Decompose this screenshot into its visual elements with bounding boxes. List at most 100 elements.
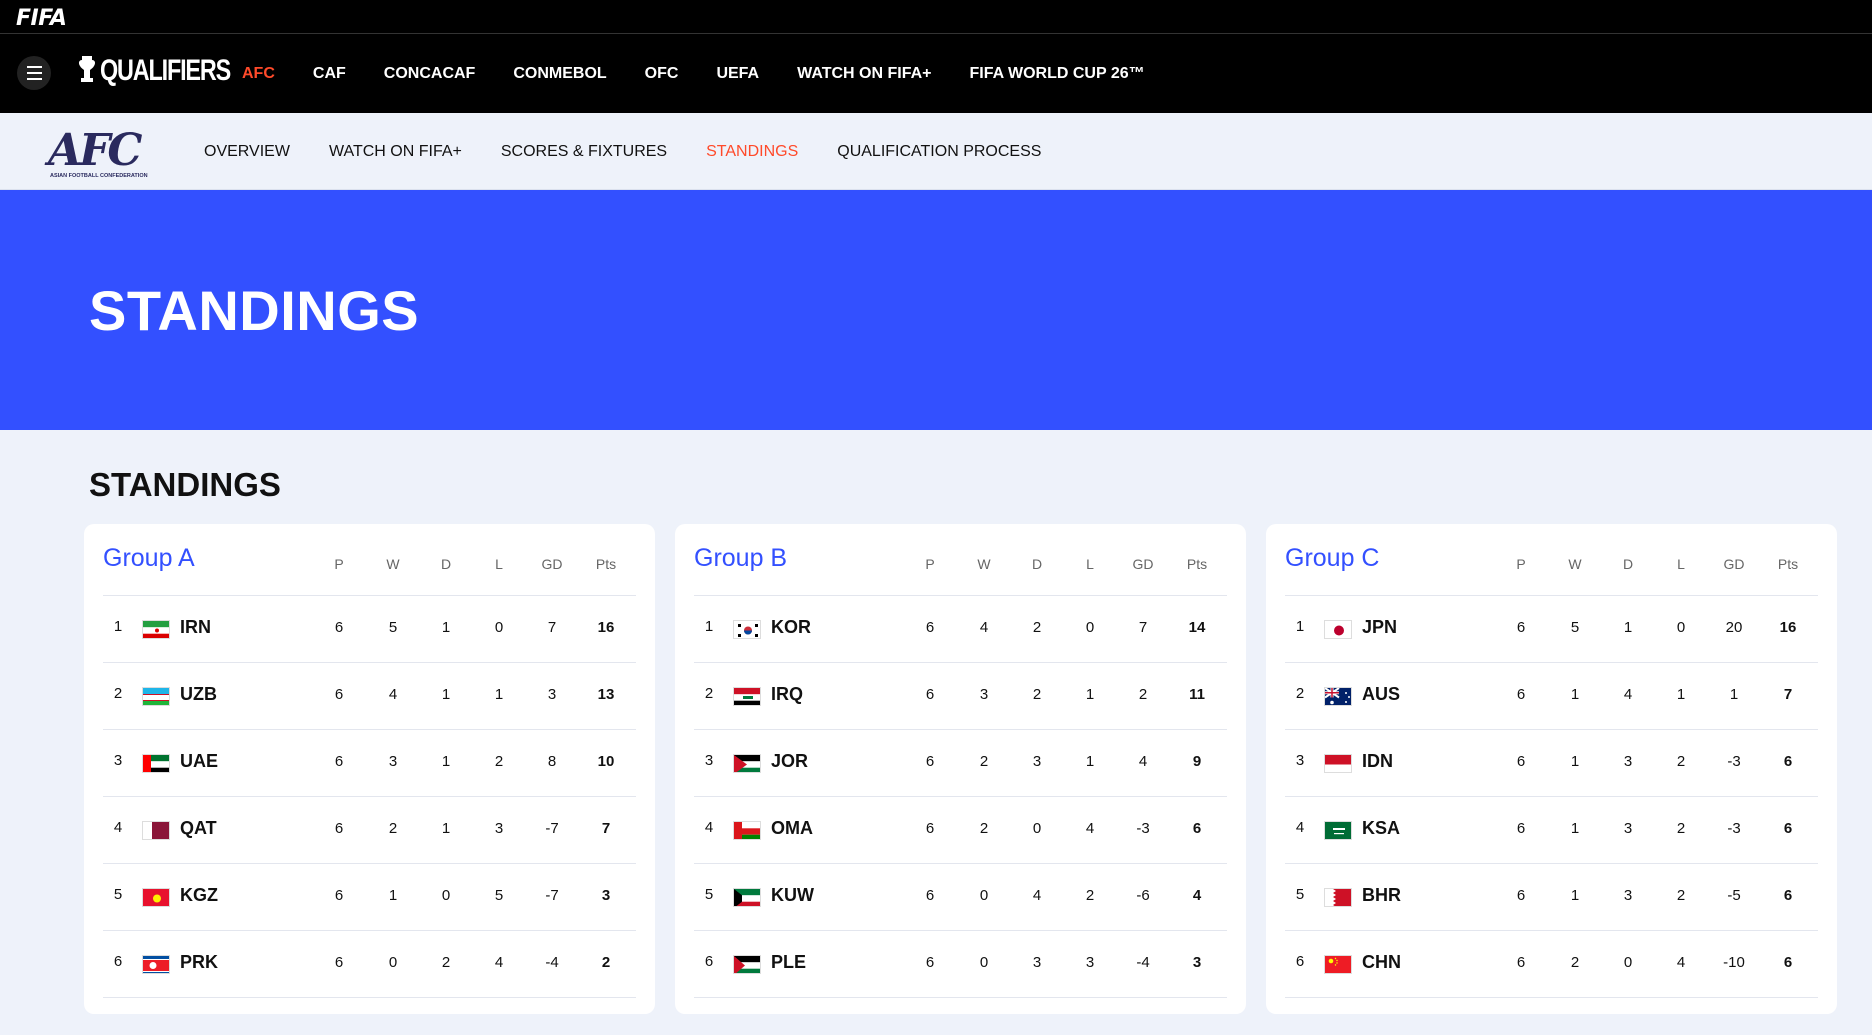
table-row[interactable]: 4 KSA 6 1 3 2 -3 6 bbox=[1285, 797, 1818, 864]
cell-d: 3 bbox=[1623, 887, 1633, 904]
team-name[interactable]: UAE bbox=[180, 751, 218, 772]
table-row[interactable]: 6 PRK 6 0 2 4 -4 2 bbox=[103, 931, 636, 998]
table-row[interactable]: 2 UZB 6 4 1 1 3 13 bbox=[103, 663, 636, 730]
column-header-l: L bbox=[1677, 556, 1685, 572]
subnav-item-standings[interactable]: STANDINGS bbox=[706, 143, 798, 161]
cell-pts: 6 bbox=[1783, 820, 1793, 837]
subnav-item-watch-on-fifa[interactable]: WATCH ON FIFA+ bbox=[329, 143, 462, 161]
main-navigation: QUALIFIERS AFC CAF CONCACAF CONMEBOL OFC UEFA… bbox=[0, 34, 1872, 113]
group-title[interactable]: Group A bbox=[103, 544, 195, 573]
group-title[interactable]: Group C bbox=[1285, 544, 1379, 573]
team-name[interactable]: BHR bbox=[1362, 885, 1401, 906]
nav-item-afc[interactable]: AFC bbox=[242, 65, 275, 83]
standings-section: STANDINGS Group A P W D L GD Pts 1 IRN 6 5 1 0 7 16 2 UZ… bbox=[0, 430, 1872, 1035]
afc-logo-text: AFC bbox=[48, 125, 142, 176]
column-header-d: D bbox=[1622, 556, 1634, 572]
nav-item-caf[interactable]: CAF bbox=[313, 65, 346, 83]
cell-pts: 3 bbox=[1192, 954, 1202, 971]
fifa-logo[interactable]: FIFA bbox=[16, 6, 67, 31]
cell-d: 2 bbox=[1032, 619, 1042, 636]
cell-gd: -10 bbox=[1723, 954, 1745, 971]
table-row[interactable]: 6 CHN 6 2 0 4 -10 6 bbox=[1285, 931, 1818, 998]
cell-l: 0 bbox=[494, 619, 504, 636]
nav-item-watch-on-fifa[interactable]: WATCH ON FIFA+ bbox=[797, 65, 931, 83]
table-row[interactable]: 4 OMA 6 2 0 4 -3 6 bbox=[694, 797, 1227, 864]
column-header-p: P bbox=[334, 556, 344, 572]
table-row[interactable]: 5 BHR 6 1 3 2 -5 6 bbox=[1285, 864, 1818, 931]
table-row[interactable]: 2 AUS 6 1 4 1 1 7 bbox=[1285, 663, 1818, 730]
team-name[interactable]: AUS bbox=[1362, 684, 1400, 705]
nav-item-concacaf[interactable]: CONCACAF bbox=[384, 65, 476, 83]
table-row[interactable]: 2 IRQ 6 3 2 1 2 11 bbox=[694, 663, 1227, 730]
group-table-header: Group B P W D L GD Pts bbox=[694, 538, 1227, 596]
team-name[interactable]: IRQ bbox=[771, 684, 803, 705]
cell-d: 2 bbox=[441, 954, 451, 971]
team-name[interactable]: JPN bbox=[1362, 617, 1397, 638]
cell-w: 3 bbox=[388, 753, 398, 770]
cell-p: 6 bbox=[1516, 820, 1526, 837]
rank: 2 bbox=[1295, 685, 1305, 702]
cell-pts: 14 bbox=[1188, 619, 1206, 636]
cell-pts: 6 bbox=[1192, 820, 1202, 837]
cell-gd: 1 bbox=[1729, 686, 1739, 703]
table-row[interactable]: 3 UAE 6 3 1 2 8 10 bbox=[103, 730, 636, 797]
cell-l: 0 bbox=[1676, 619, 1686, 636]
rank: 5 bbox=[704, 886, 714, 903]
table-row[interactable]: 3 JOR 6 2 3 1 4 9 bbox=[694, 730, 1227, 797]
cell-gd: 2 bbox=[1138, 686, 1148, 703]
qualifiers-logo[interactable]: QUALIFIERS bbox=[78, 54, 267, 88]
column-header-d: D bbox=[1031, 556, 1043, 572]
afc-logo[interactable]: AFC ASIAN FOOTBALL CONFEDERATION bbox=[48, 125, 156, 181]
team-name[interactable]: CHN bbox=[1362, 952, 1401, 973]
team-name[interactable]: PRK bbox=[180, 952, 218, 973]
rank: 6 bbox=[1295, 953, 1305, 970]
nav-item-conmebol[interactable]: CONMEBOL bbox=[513, 65, 606, 83]
table-row[interactable]: 5 KGZ 6 1 0 5 -7 3 bbox=[103, 864, 636, 931]
group-card-group-c: Group C P W D L GD Pts 1 JPN 6 5 1 0 20 16 2 AUS 6 1 4 1 1 7 3 I… bbox=[1266, 524, 1837, 1014]
team-name[interactable]: KGZ bbox=[180, 885, 218, 906]
table-row[interactable]: 3 IDN 6 1 3 2 -3 6 bbox=[1285, 730, 1818, 797]
group-title[interactable]: Group B bbox=[694, 544, 787, 573]
team-name[interactable]: OMA bbox=[771, 818, 813, 839]
cell-d: 3 bbox=[1032, 954, 1042, 971]
column-header-pts: Pts bbox=[1186, 556, 1208, 572]
team-name[interactable]: KUW bbox=[771, 885, 814, 906]
nav-item-ofc[interactable]: OFC bbox=[645, 65, 679, 83]
team-name[interactable]: JOR bbox=[771, 751, 808, 772]
table-row[interactable]: 5 KUW 6 0 4 2 -6 4 bbox=[694, 864, 1227, 931]
table-row[interactable]: 1 KOR 6 4 2 0 7 14 bbox=[694, 596, 1227, 663]
team-name[interactable]: QAT bbox=[180, 818, 217, 839]
cell-gd: 20 bbox=[1725, 619, 1743, 636]
nav-item-uefa[interactable]: UEFA bbox=[716, 65, 759, 83]
cell-pts: 4 bbox=[1192, 887, 1202, 904]
cell-w: 1 bbox=[1570, 686, 1580, 703]
subnav-item-scores-fixtures[interactable]: SCORES & FIXTURES bbox=[501, 143, 667, 161]
saudi-arabia-flag-icon bbox=[1324, 821, 1352, 840]
team-name[interactable]: KOR bbox=[771, 617, 811, 638]
hamburger-menu-icon[interactable] bbox=[17, 56, 51, 90]
kuwait-flag-icon bbox=[733, 888, 761, 907]
cell-p: 6 bbox=[925, 820, 935, 837]
kyrgyzstan-flag-icon bbox=[142, 888, 170, 907]
cell-pts: 6 bbox=[1783, 954, 1793, 971]
subnav-item-overview[interactable]: OVERVIEW bbox=[204, 143, 290, 161]
table-row[interactable]: 6 PLE 6 0 3 3 -4 3 bbox=[694, 931, 1227, 998]
jordan-flag-icon bbox=[733, 754, 761, 773]
cell-l: 3 bbox=[494, 820, 504, 837]
team-name[interactable]: IRN bbox=[180, 617, 211, 638]
cell-w: 4 bbox=[979, 619, 989, 636]
team-name[interactable]: PLE bbox=[771, 952, 806, 973]
table-row[interactable]: 4 QAT 6 2 1 3 -7 7 bbox=[103, 797, 636, 864]
qatar-flag-icon bbox=[142, 821, 170, 840]
team-name[interactable]: UZB bbox=[180, 684, 217, 705]
rank: 3 bbox=[1295, 752, 1305, 769]
table-row[interactable]: 1 IRN 6 5 1 0 7 16 bbox=[103, 596, 636, 663]
cell-gd: -7 bbox=[545, 820, 559, 837]
cell-w: 1 bbox=[1570, 820, 1580, 837]
indonesia-flag-icon bbox=[1324, 754, 1352, 773]
team-name[interactable]: KSA bbox=[1362, 818, 1400, 839]
team-name[interactable]: IDN bbox=[1362, 751, 1393, 772]
subnav-item-qualification-process[interactable]: QUALIFICATION PROCESS bbox=[837, 143, 1041, 161]
table-row[interactable]: 1 JPN 6 5 1 0 20 16 bbox=[1285, 596, 1818, 663]
nav-item-fifa-world-cup-26[interactable]: FIFA WORLD CUP 26™ bbox=[969, 65, 1144, 83]
